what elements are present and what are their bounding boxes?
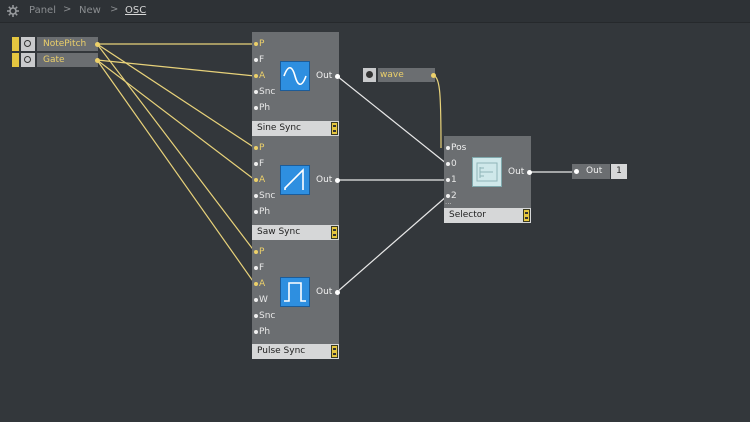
output-dot[interactable]	[335, 74, 340, 79]
port-ph[interactable]: Ph	[254, 103, 270, 113]
port-a[interactable]: A	[254, 279, 265, 289]
wire-gate-saw-a	[96, 59, 256, 181]
wire-gate-sine-a	[96, 59, 256, 77]
output-port[interactable]: Out	[316, 175, 332, 185]
wire-wave-selector-pos	[431, 74, 442, 149]
drag-handle-icon[interactable]	[523, 209, 530, 222]
output-port[interactable]: Out	[316, 287, 332, 297]
wire-pulse-selector-2	[336, 195, 448, 293]
port-snc[interactable]: Snc	[254, 311, 275, 321]
module-name: Pulse Sync	[257, 346, 306, 356]
source-notepitch[interactable]: NotePitch	[12, 37, 100, 51]
output-dot[interactable]	[431, 73, 436, 78]
port-ph[interactable]: Ph	[254, 207, 270, 217]
out-module[interactable]: Out 1	[572, 164, 627, 179]
port-f[interactable]: F	[254, 55, 264, 65]
knob-icon	[21, 37, 35, 51]
module-footer[interactable]: Saw Sync	[252, 225, 339, 240]
pulse-wave-icon	[280, 277, 310, 307]
saw-wave-icon	[280, 165, 310, 195]
module-footer[interactable]: Selector	[444, 208, 531, 223]
output-dot[interactable]	[95, 58, 100, 63]
drag-handle-icon[interactable]	[12, 37, 19, 51]
source-label: Gate	[37, 53, 98, 67]
knob-icon[interactable]	[363, 68, 376, 82]
wire-gate-pulse-a	[96, 59, 256, 285]
port-p[interactable]: P	[254, 143, 264, 153]
source-gate[interactable]: Gate	[12, 53, 100, 67]
port-pos[interactable]: Pos	[446, 143, 466, 153]
module-name: Selector	[449, 210, 486, 220]
port-w[interactable]: W	[254, 295, 268, 305]
out-channel: 1	[611, 164, 627, 179]
port-2[interactable]: 2	[446, 191, 457, 201]
more-ports-indicator: ...	[445, 198, 452, 206]
module-name: Saw Sync	[257, 227, 301, 237]
input-dot[interactable]	[574, 169, 579, 174]
module-saw-sync[interactable]: P F A Snc Ph Out Saw Sync	[252, 136, 340, 240]
sine-wave-icon	[280, 61, 310, 91]
port-a[interactable]: A	[254, 71, 265, 81]
wire-sine-selector-0	[336, 75, 448, 165]
port-f[interactable]: F	[254, 159, 264, 169]
wave-label: wave	[378, 68, 435, 82]
port-1[interactable]: 1	[446, 175, 457, 185]
knob-icon	[21, 53, 35, 67]
module-pulse-sync[interactable]: P F A W Snc Ph Out Pulse Sync	[252, 240, 340, 359]
output-dot[interactable]	[527, 170, 532, 175]
output-port[interactable]: Out	[508, 167, 524, 177]
output-port[interactable]: Out	[316, 71, 332, 81]
port-0[interactable]: 0	[446, 159, 457, 169]
port-a[interactable]: A	[254, 175, 265, 185]
output-dot[interactable]	[335, 290, 340, 295]
port-p[interactable]: P	[254, 247, 264, 257]
module-footer[interactable]: Pulse Sync	[252, 344, 339, 359]
module-name: Sine Sync	[257, 123, 302, 133]
drag-handle-icon[interactable]	[331, 226, 338, 239]
drag-handle-icon[interactable]	[331, 122, 338, 135]
source-label: NotePitch	[37, 37, 98, 51]
port-snc[interactable]: Snc	[254, 87, 275, 97]
module-footer[interactable]: Sine Sync	[252, 121, 339, 136]
port-p[interactable]: P	[254, 39, 264, 49]
output-dot[interactable]	[335, 178, 340, 183]
drag-handle-icon[interactable]	[331, 345, 338, 358]
wire-layer	[96, 43, 575, 293]
wire-notepitch-pulse-p	[96, 43, 256, 253]
wave-knob-module[interactable]: wave	[363, 68, 436, 82]
module-selector[interactable]: Pos 0 1 2 ... Out Selector	[444, 136, 532, 223]
selector-icon	[472, 157, 502, 187]
wire-notepitch-saw-p	[96, 43, 256, 149]
output-dot[interactable]	[95, 42, 100, 47]
module-sine-sync[interactable]: P F A Snc Ph Out Sine Sync	[252, 32, 340, 136]
port-ph[interactable]: Ph	[254, 327, 270, 337]
drag-handle-icon[interactable]	[12, 53, 19, 67]
port-f[interactable]: F	[254, 263, 264, 273]
port-snc[interactable]: Snc	[254, 191, 275, 201]
